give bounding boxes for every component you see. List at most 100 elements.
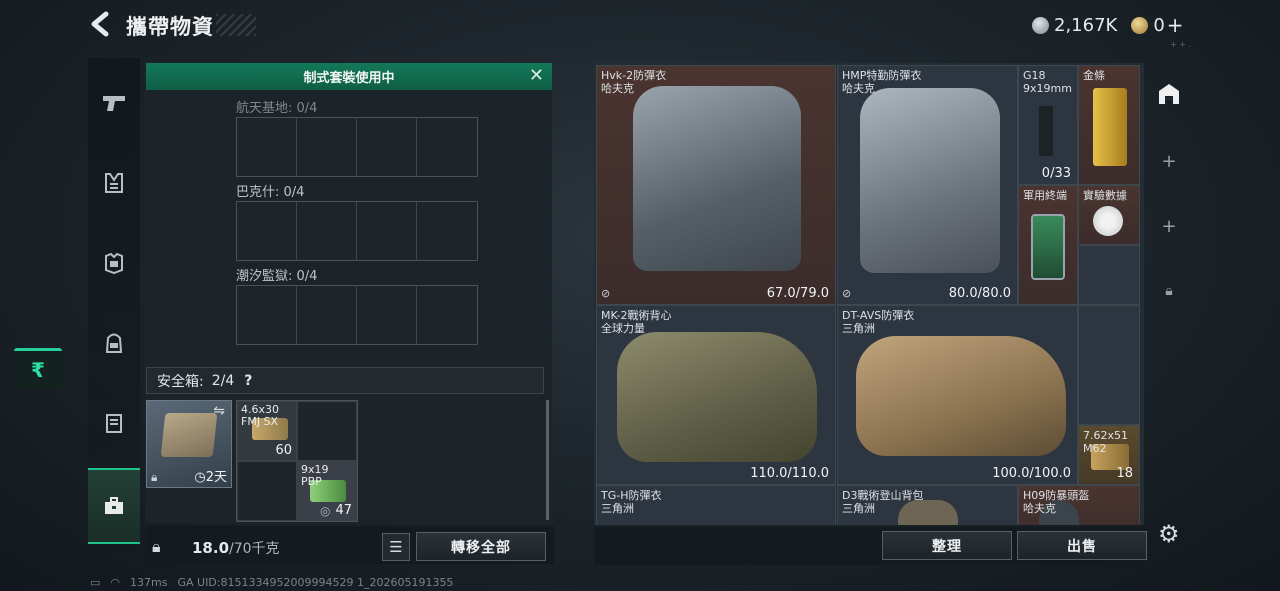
item-maker: 哈夫克 xyxy=(842,82,875,95)
sidebar-item-case[interactable] xyxy=(88,468,140,544)
item-title: G18 xyxy=(1023,69,1046,82)
item-dtavs-vest[interactable]: DT-AVS防彈衣 三角洲 100.0/100.0 xyxy=(837,305,1078,485)
item-maker: 哈夫克 xyxy=(1023,502,1056,515)
item-durability: 110.0/110.0 xyxy=(750,466,829,481)
item-title: DT-AVS防彈衣 xyxy=(842,309,915,322)
briefcase-icon xyxy=(105,497,123,514)
weight-max: /70千克 xyxy=(229,541,280,557)
sort-button[interactable]: 整理 xyxy=(882,531,1012,560)
item-h09-helmet[interactable]: H09防暴頭盔 哈夫克 xyxy=(1018,485,1140,525)
sidebar-item-chest-rig[interactable] xyxy=(88,158,140,208)
slot-grid-spaceport[interactable] xyxy=(236,117,478,177)
section-label-bakhsh: 巴克什: 0/4 xyxy=(236,185,305,200)
add-tab-icon[interactable]: + xyxy=(1148,216,1190,237)
item-count: 18 xyxy=(1116,466,1133,481)
safebox-grid[interactable]: 4.6x30 FMJ SX 60 9x19 PBP ◎ 47 xyxy=(236,400,358,522)
item-gold-bar[interactable]: 金條 xyxy=(1078,65,1140,185)
ammo-slot-2[interactable]: 9x19 PBP ◎ 47 xyxy=(297,461,357,521)
slot-grid-bakhsh[interactable] xyxy=(236,201,478,261)
item-d3-backpack[interactable]: D3戰術登山背包 三角洲 xyxy=(837,485,1018,525)
item-title: 軍用終端 xyxy=(1023,189,1067,202)
sidebar-item-armor[interactable] xyxy=(88,238,140,288)
item-mk2-vest[interactable]: MK-2戰術背心 全球力量 110.0/110.0 xyxy=(596,305,836,485)
item-hvk2-vest[interactable]: Hvk-2防彈衣 哈夫克 ⊘ 67.0/79.0 xyxy=(596,65,836,305)
item-title-block: G18 9x19mm xyxy=(1023,69,1072,95)
item-military-terminal[interactable]: 軍用終端 xyxy=(1018,185,1078,305)
item-title: Hvk-2防彈衣 xyxy=(601,69,667,82)
sidebar-item-locker[interactable] xyxy=(88,398,140,448)
sidebar-item-backpack[interactable] xyxy=(88,318,140,368)
page-title: 攜帶物資 xyxy=(126,15,214,39)
item-title-block: TG-H防彈衣 三角洲 xyxy=(601,489,661,515)
back-arrow-icon[interactable] xyxy=(88,10,118,40)
empty-slot[interactable] xyxy=(237,461,297,521)
safebox-image xyxy=(160,413,218,457)
timer-text: 2天 xyxy=(205,470,227,485)
item-762-ammo[interactable]: 7.62x51 M62 18 xyxy=(1078,425,1140,485)
item-durability: 67.0/79.0 xyxy=(766,286,829,301)
weight-value: 18.0 xyxy=(192,539,230,557)
item-title: 金條 xyxy=(1083,69,1105,82)
item-maker: 三角洲 xyxy=(842,502,875,515)
list-icon: ☰ xyxy=(389,538,403,556)
safebox-header: 安全箱: 2/4 ? xyxy=(146,367,544,394)
storage-icon[interactable] xyxy=(1148,81,1190,107)
help-icon[interactable]: ? xyxy=(244,373,252,389)
empty-slot[interactable] xyxy=(1078,245,1140,305)
close-icon[interactable]: ✕ xyxy=(529,66,544,86)
uid-text: GA UID:8151334952009994529 1_20260519135… xyxy=(177,576,454,589)
empty-slot[interactable] xyxy=(1078,305,1140,425)
settings-gear-icon[interactable]: ⚙ xyxy=(1158,520,1180,548)
sell-button[interactable]: 出售 xyxy=(1017,531,1147,560)
item-title: H09防暴頭盔 xyxy=(1023,489,1090,502)
item-maker: M62 xyxy=(1083,442,1107,455)
banner-text: 制式套裝使用中 xyxy=(303,71,395,86)
item-title-block: D3戰術登山背包 三角洲 xyxy=(842,489,923,515)
item-hmp-vest[interactable]: HMP特勤防彈衣 哈夫克 ⊘ 80.0/80.0 xyxy=(837,65,1018,305)
sidebar-item-weapon[interactable] xyxy=(88,78,140,128)
item-image xyxy=(1093,88,1127,166)
safebox-item[interactable]: ⇋ 🔒︎ ◷2天 xyxy=(146,400,232,488)
item-title: 實驗數據 xyxy=(1083,189,1127,202)
item-durability: 100.0/100.0 xyxy=(992,466,1071,481)
gold-amount: 0 xyxy=(1153,14,1165,36)
currency-bar: 2,167K 0 + xyxy=(1032,10,1202,40)
list-view-button[interactable]: ☰ xyxy=(382,533,410,561)
item-image xyxy=(860,88,1000,273)
backpack-icon xyxy=(105,333,123,353)
item-image xyxy=(633,86,801,271)
rupee-currency-button[interactable]: ₹ xyxy=(14,348,62,388)
ammo-slot-1[interactable]: 4.6x30 FMJ SX 60 xyxy=(237,401,297,461)
ammo1-count: 60 xyxy=(275,443,292,458)
ping-text: 137ms xyxy=(130,576,168,589)
stash-panel: Hvk-2防彈衣 哈夫克 ⊘ 67.0/79.0 HMP特勤防彈衣 哈夫克 ⊘ 80… xyxy=(594,63,1144,525)
ammo2-count: 47 xyxy=(335,503,352,518)
item-maker: 三角洲 xyxy=(601,502,634,515)
scrollbar[interactable] xyxy=(546,400,549,520)
chest-rig-icon xyxy=(105,173,123,193)
item-title: TG-H防彈衣 xyxy=(601,489,662,502)
header-watermark: + + . xyxy=(1170,40,1192,49)
safebox-label: 安全箱: xyxy=(157,373,204,390)
add-gold-button[interactable]: + xyxy=(1167,13,1184,37)
transfer-all-button[interactable]: 轉移全部 xyxy=(416,532,546,561)
item-title-block: DT-AVS防彈衣 三角洲 xyxy=(842,309,914,335)
rupee-icon: ₹ xyxy=(31,357,45,382)
item-maker: 全球力量 xyxy=(601,322,645,335)
add-tab-icon[interactable]: + xyxy=(1148,151,1190,172)
lock-icon[interactable]: 🔒︎ xyxy=(1148,283,1190,299)
item-g18[interactable]: G18 9x19mm 0/33 xyxy=(1018,65,1078,185)
item-title-block: HMP特勤防彈衣 哈夫克 xyxy=(842,69,921,95)
battery-icon: ▭ xyxy=(90,576,101,589)
armor-icon xyxy=(105,252,123,274)
swap-icon[interactable]: ⇋ xyxy=(213,403,225,419)
item-title: MK-2戰術背心 xyxy=(601,309,672,322)
item-tgh-vest[interactable]: TG-H防彈衣 三角洲 xyxy=(596,485,836,525)
pistol-icon xyxy=(103,96,125,111)
item-title: 7.62x51 xyxy=(1083,429,1128,442)
empty-slot[interactable] xyxy=(297,401,357,461)
slot-grid-prison[interactable] xyxy=(236,285,478,345)
item-image xyxy=(1093,206,1123,236)
silver-amount: 2,167K xyxy=(1054,14,1118,36)
item-lab-data[interactable]: 實驗數據 xyxy=(1078,185,1140,245)
